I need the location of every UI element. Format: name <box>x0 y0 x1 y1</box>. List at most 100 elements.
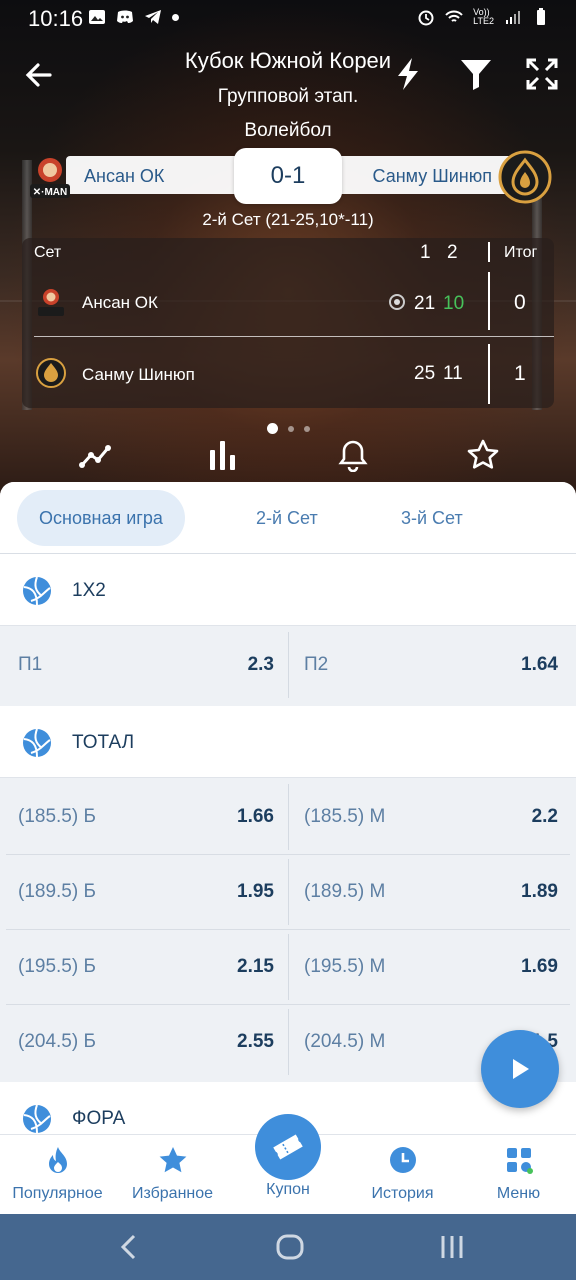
tab-main-game[interactable]: Основная игра <box>17 490 185 546</box>
star-icon[interactable] <box>466 438 500 472</box>
odd-value: 1.69 <box>521 956 558 977</box>
lightning-icon[interactable] <box>390 56 426 92</box>
odd-cell-over[interactable]: (189.5) Б 1.95 <box>6 859 286 925</box>
odds-row: П1 2.3 П2 1.64 <box>0 628 576 703</box>
status-bar: 10:16 Vo)) LTE2 <box>0 0 576 36</box>
volleyball-icon <box>23 728 51 758</box>
match-actions <box>0 438 576 478</box>
table-row-divider <box>34 336 554 337</box>
top-bar: Кубок Южной Кореи Групповой этап. <box>0 40 576 120</box>
flame-icon <box>48 1147 67 1173</box>
period-tabs: Основная игра 2-й Сет 3-й Сет <box>0 482 576 554</box>
system-navigation-bar <box>0 1214 576 1280</box>
tab-set-2[interactable]: 2-й Сет <box>234 490 340 546</box>
odd-cell-under[interactable]: (195.5) М 1.69 <box>292 934 570 1000</box>
odd-name: (204.5) Б <box>18 1031 96 1052</box>
bell-icon[interactable] <box>336 438 370 472</box>
table-header-set2: 2 <box>447 242 458 263</box>
network-label: Vo)) LTE2 <box>473 7 494 26</box>
odd-cell-p1[interactable]: П1 2.3 <box>6 632 286 698</box>
odd-name: (189.5) М <box>304 881 386 902</box>
odd-name: (195.5) Б <box>18 956 96 977</box>
coupon-label: Купон <box>266 1181 310 1198</box>
cell-divider <box>288 632 289 698</box>
chart-line-icon[interactable] <box>78 438 112 472</box>
team2-logo-icon <box>498 150 552 204</box>
odd-value: 1.66 <box>237 806 274 827</box>
team2-mini-logo-icon <box>36 358 66 388</box>
status-time: 10:16 <box>28 6 84 31</box>
gallery-icon <box>89 10 105 24</box>
market-header-1x2[interactable]: 1Х2 <box>0 554 576 626</box>
tab-set-3[interactable]: 3-й Сет <box>379 490 485 546</box>
odd-name: П2 <box>304 654 329 675</box>
page-dot[interactable] <box>303 425 310 432</box>
odd-name: (189.5) Б <box>18 881 96 902</box>
odd-cell-over[interactable]: (195.5) Б 2.15 <box>6 934 286 1000</box>
nav-history[interactable]: История <box>345 1145 460 1203</box>
odd-name: (195.5) М <box>304 956 386 977</box>
alarm-icon <box>418 10 434 26</box>
nav-favorites[interactable]: Избранное <box>115 1145 230 1203</box>
play-video-button[interactable] <box>481 1030 559 1108</box>
odd-value: 1.89 <box>521 881 558 902</box>
battery-icon <box>537 8 545 25</box>
markets-panel: Основная игра 2-й Сет 3-й Сет 1Х2 П1 2.3 … <box>0 482 576 1134</box>
market-header-total[interactable]: ТОТАЛ <box>0 706 576 778</box>
notification-dot-icon <box>172 14 179 21</box>
team1-mini-logo-icon <box>38 289 64 316</box>
filter-icon[interactable] <box>458 56 494 92</box>
table-row-team1: Ансан ОК <box>82 293 158 312</box>
odd-cell-under[interactable]: (189.5) М 1.89 <box>292 859 570 925</box>
odds-row: (195.5) Б 2.15 (195.5) М 1.69 <box>0 930 576 1005</box>
odd-value: 1.95 <box>237 881 274 902</box>
svg-text:✕·MAN: ✕·MAN <box>33 187 67 198</box>
page-dot[interactable] <box>266 423 278 435</box>
clock-icon <box>389 1147 416 1173</box>
sport-label: Волейбол <box>244 120 332 141</box>
statistics-icon[interactable] <box>206 438 240 472</box>
team2-set1-score: 25 <box>414 363 436 384</box>
page-indicator <box>0 420 576 438</box>
team1-set1-score: 21 <box>414 293 436 314</box>
signal-icon <box>506 11 520 24</box>
odd-cell-over[interactable]: (185.5) Б 1.66 <box>6 784 286 850</box>
page-dot[interactable] <box>287 425 294 432</box>
wifi-icon <box>445 10 463 22</box>
odds-row: (185.5) Б 1.66 (185.5) М 2.2 <box>0 780 576 855</box>
coupon-button[interactable] <box>255 1114 321 1180</box>
cell-divider <box>288 859 289 925</box>
market-title: ФОРА <box>72 1108 126 1129</box>
odd-cell-over[interactable]: (204.5) Б 2.55 <box>6 1009 286 1075</box>
table-row-team2: Санму Шинюп <box>82 365 195 384</box>
market-title: ТОТАЛ <box>72 732 135 753</box>
odd-value: 2.2 <box>531 806 558 827</box>
odd-name: (185.5) М <box>304 806 386 827</box>
odd-cell-under[interactable]: (185.5) М 2.2 <box>292 784 570 850</box>
odd-cell-p2[interactable]: П2 1.64 <box>292 632 570 698</box>
odd-name: (185.5) Б <box>18 806 96 827</box>
set-info: 2-й Сет (21-25,10*-11) <box>202 210 374 229</box>
set-score-table: Сет 1 2 Итог Ансан ОК 21 10 0 Санму Шиню… <box>22 238 554 408</box>
cell-divider <box>288 934 289 1000</box>
table-divider <box>488 242 490 262</box>
fullscreen-icon[interactable] <box>524 56 560 92</box>
system-home-icon[interactable] <box>273 1230 307 1264</box>
volleyball-icon <box>23 576 51 606</box>
market-title: 1Х2 <box>72 580 106 601</box>
system-recents-icon[interactable] <box>435 1230 469 1264</box>
system-back-icon[interactable] <box>112 1230 146 1264</box>
menu-grid-icon <box>506 1148 533 1174</box>
table-divider <box>488 272 490 330</box>
scoreboard: ✕·MAN Ансан ОК 0-1 Санму Шинюп <box>26 148 552 204</box>
odd-value: 2.3 <box>247 654 274 675</box>
match-header: 10:16 Vo)) LTE2 Кубок Южной Кореи Группо… <box>0 0 576 500</box>
team2-total: 1 <box>514 362 526 385</box>
telegram-icon <box>145 10 161 24</box>
nav-label: История <box>371 1185 434 1202</box>
nav-popular[interactable]: Популярное <box>0 1145 115 1203</box>
table-header-set1: 1 <box>420 242 431 263</box>
team1-total: 0 <box>514 291 526 314</box>
star-filled-icon <box>159 1147 186 1173</box>
nav-menu[interactable]: Меню <box>461 1145 576 1203</box>
